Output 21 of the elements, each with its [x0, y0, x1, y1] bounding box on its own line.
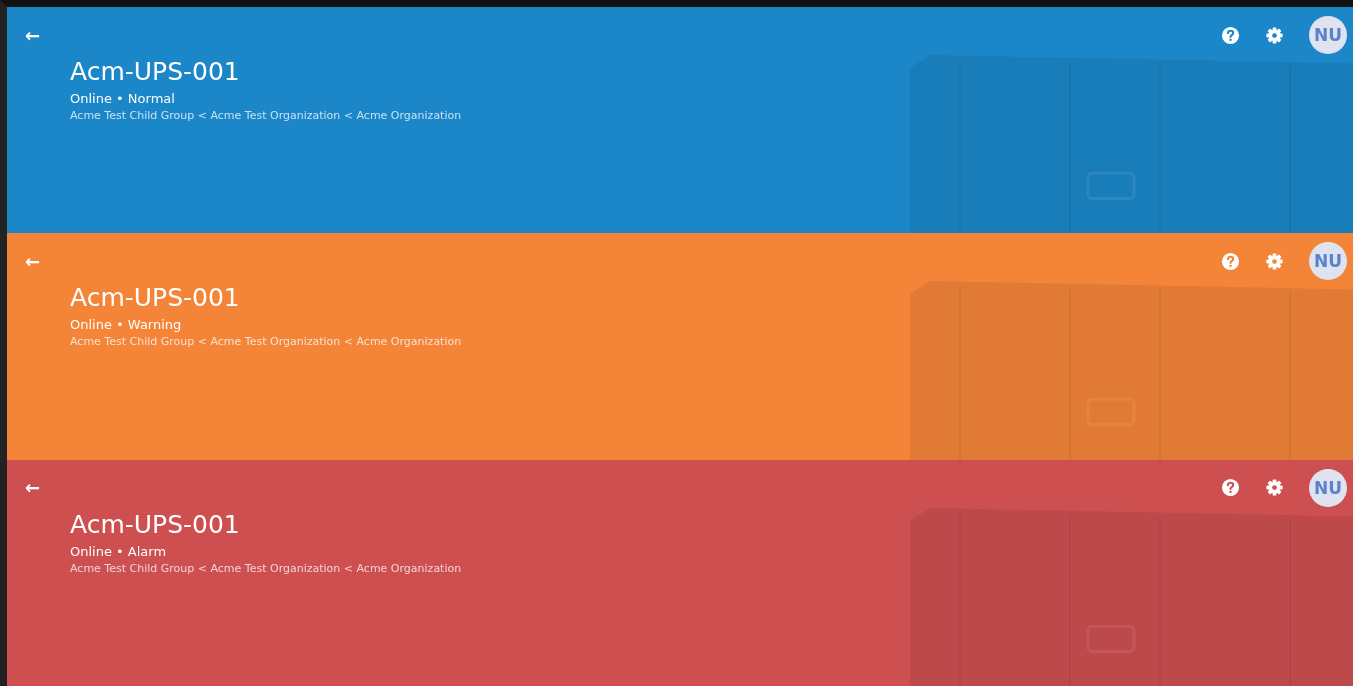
device-title: Acm-UPS-001 — [70, 508, 241, 541]
settings-icon[interactable] — [1265, 478, 1284, 498]
device-status: Online • Warning — [70, 317, 183, 333]
user-avatar[interactable]: NU — [1309, 242, 1347, 281]
device-title: Acm-UPS-001 — [70, 56, 241, 88]
settings-icon[interactable] — [1265, 25, 1284, 45]
settings-icon[interactable] — [1265, 251, 1284, 271]
breadcrumb-path: Acme Test Child Group < Acme Test Organization < Acme Organization — [70, 561, 463, 575]
back-button[interactable]: ← — [21, 24, 45, 46]
back-button[interactable]: ← — [21, 477, 45, 499]
back-button[interactable]: ← — [21, 250, 45, 272]
user-avatar[interactable]: NU — [1309, 16, 1347, 54]
breadcrumb-path: Acme Test Child Group < Acme Test Organization < Acme Organization — [70, 335, 463, 349]
user-avatar[interactable]: NU — [1309, 468, 1347, 507]
device-status: Online • Normal — [70, 91, 176, 106]
device-title: Acm-UPS-001 — [70, 282, 241, 315]
help-icon[interactable] — [1221, 478, 1240, 498]
device-status: Online • Alarm — [70, 543, 168, 559]
help-icon[interactable] — [1221, 25, 1240, 45]
help-icon[interactable] — [1221, 251, 1240, 271]
breadcrumb-path: Acme Test Child Group < Acme Test Organization < Acme Organization — [70, 109, 463, 122]
